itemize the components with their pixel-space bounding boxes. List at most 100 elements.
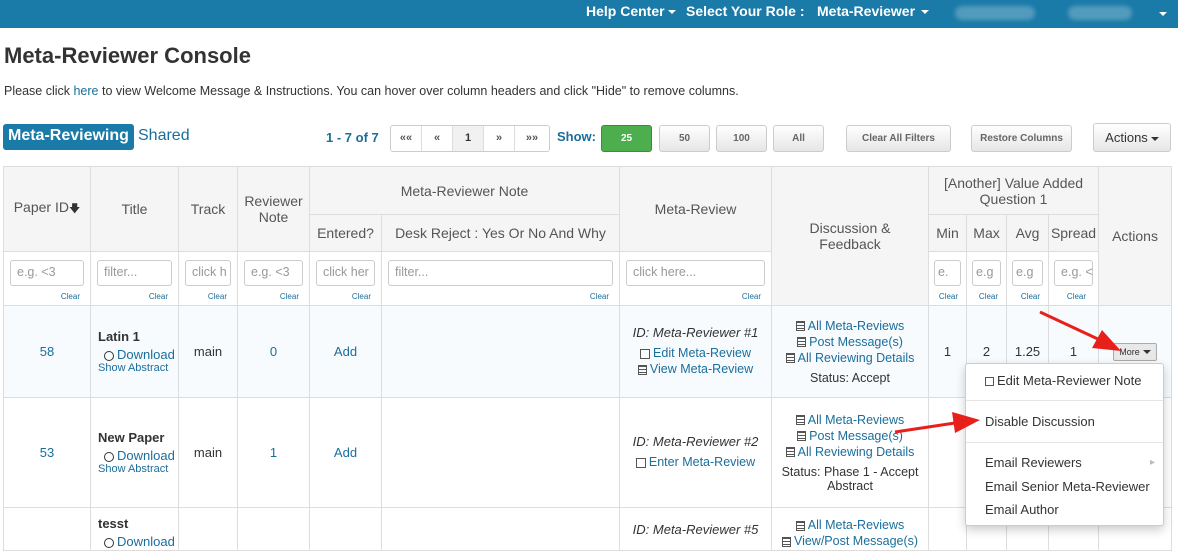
clear-filter-link[interactable]: Clear <box>590 292 609 301</box>
column-header-entered[interactable]: Entered? <box>309 214 382 252</box>
download-link[interactable]: Download <box>98 534 178 549</box>
page-size-50-button[interactable]: 50 <box>659 125 710 152</box>
post-messages-link[interactable]: View/Post Message(s) <box>772 534 928 548</box>
download-link[interactable]: Download <box>98 448 178 463</box>
page-size-all-button[interactable]: All <box>773 125 824 152</box>
all-meta-reviews-label: All Meta-Reviews <box>807 318 905 333</box>
clear-filter-link[interactable]: Clear <box>939 292 958 301</box>
all-reviewing-details-link[interactable]: All Reviewing Details <box>772 445 928 459</box>
first-page-button[interactable]: «« <box>391 126 422 151</box>
min-filter-input[interactable]: e. <box>934 260 962 286</box>
menu-item-email-author[interactable]: Email Author <box>985 502 1059 517</box>
add-note-link[interactable]: Add <box>334 445 357 460</box>
all-meta-reviews-link[interactable]: All Meta-Reviews <box>772 518 928 532</box>
tab-shared[interactable]: Shared <box>138 127 190 145</box>
show-abstract-label: Show Abstract <box>98 463 169 475</box>
actions-label: Actions <box>1105 130 1148 145</box>
instructions-here-link[interactable]: here <box>73 84 98 98</box>
clear-filter-link[interactable]: Clear <box>352 292 371 301</box>
meta-reviewer-id: ID: Meta-Reviewer #1 <box>632 325 759 340</box>
page-size-100-button[interactable]: 100 <box>716 125 767 152</box>
all-meta-reviews-link[interactable]: All Meta-Reviews <box>772 319 928 333</box>
chevron-down-icon[interactable] <box>1159 12 1167 16</box>
spread-filter-input[interactable]: e.g. < <box>1054 260 1094 286</box>
paper-title: New Paper <box>98 430 165 445</box>
enter-meta-review-link[interactable]: Enter Meta-Review <box>620 455 771 469</box>
page-size-25-button[interactable]: 25 <box>601 125 652 152</box>
column-header-max[interactable]: Max <box>966 214 1008 252</box>
clear-filter-link[interactable]: Clear <box>742 292 761 301</box>
view-meta-review-link[interactable]: View Meta-Review <box>620 362 771 376</box>
column-header-discussion[interactable]: Discussion & Feedback <box>771 166 930 306</box>
all-reviewing-details-link[interactable]: All Reviewing Details <box>772 351 928 365</box>
current-page-button[interactable]: 1 <box>453 126 484 151</box>
clear-filter-link[interactable]: Clear <box>280 292 299 301</box>
reviewer-note-count-link[interactable]: 1 <box>270 445 277 460</box>
clear-filter-link[interactable]: Clear <box>61 292 80 301</box>
post-messages-link[interactable]: Post Message(s) <box>772 335 928 349</box>
edit-icon <box>635 457 646 468</box>
menu-item-edit-note[interactable]: Edit Meta-Reviewer Note <box>985 373 1142 388</box>
meta-review-filter-input[interactable]: click here... <box>626 260 766 286</box>
download-label: Download <box>117 448 175 463</box>
download-link[interactable]: Download <box>98 347 178 362</box>
more-button[interactable]: More <box>1113 342 1157 361</box>
next-page-button[interactable]: » <box>484 126 515 151</box>
add-note-link[interactable]: Add <box>334 344 357 359</box>
paper-title: tesst <box>98 516 129 531</box>
prev-page-button[interactable]: « <box>422 126 453 151</box>
menu-item-disable-discussion[interactable]: Disable Discussion <box>985 414 1095 429</box>
download-icon <box>104 350 114 361</box>
max-filter-input[interactable]: e.g <box>972 260 1002 286</box>
post-messages-link[interactable]: Post Message(s) <box>772 429 928 443</box>
column-header-meta-reviewer-note[interactable]: Meta-Reviewer Note <box>308 166 621 215</box>
column-header-min[interactable]: Min <box>928 214 968 252</box>
show-abstract-link[interactable]: Show Abstract <box>98 362 178 374</box>
column-header-value-added[interactable]: [Another] Value Added Question 1 <box>928 166 1100 215</box>
title-filter-input[interactable]: filter... <box>97 260 172 286</box>
column-header-title[interactable]: Title <box>90 166 179 252</box>
column-header-spread[interactable]: Spread <box>1048 214 1100 252</box>
all-meta-reviews-link[interactable]: All Meta-Reviews <box>772 413 928 427</box>
show-abstract-link[interactable]: Show Abstract <box>98 463 178 475</box>
column-header-meta-review[interactable]: Meta-Review <box>619 166 773 252</box>
chevron-down-icon <box>667 10 676 15</box>
clear-filter-link[interactable]: Clear <box>149 292 168 301</box>
last-page-button[interactable]: »» <box>515 126 549 151</box>
restore-columns-button[interactable]: Restore Columns <box>971 125 1072 152</box>
edit-icon <box>640 348 651 359</box>
actions-button[interactable]: Actions <box>1093 123 1171 152</box>
clear-filter-link[interactable]: Clear <box>979 292 998 301</box>
column-header-actions[interactable]: Actions <box>1098 166 1173 306</box>
reviewer-note-filter-input[interactable]: e.g. <3 <box>244 260 303 286</box>
entered-filter-input[interactable]: click her <box>316 260 375 286</box>
clear-filter-link[interactable]: Clear <box>1021 292 1040 301</box>
menu-item-email-senior[interactable]: Email Senior Meta-Reviewer <box>985 479 1150 494</box>
list-icon <box>637 364 647 375</box>
help-center-menu[interactable]: Help Center <box>586 3 676 19</box>
role-selector[interactable]: Meta-Reviewer <box>817 3 930 19</box>
column-header-track[interactable]: Track <box>178 166 238 252</box>
clear-filter-link[interactable]: Clear <box>1067 292 1086 301</box>
column-header-desk-reject[interactable]: Desk Reject : Yes Or No And Why <box>380 214 621 252</box>
all-meta-reviews-label: All Meta-Reviews <box>807 412 905 427</box>
edit-meta-review-link[interactable]: Edit Meta-Review <box>620 346 771 360</box>
reviewer-note-count-link[interactable]: 0 <box>270 344 277 359</box>
pagination-range: 1 - 7 of 7 <box>326 130 379 145</box>
paper-id-filter-input[interactable]: e.g. <3 <box>10 260 84 286</box>
avg-filter-input[interactable]: e.g <box>1012 260 1044 286</box>
menu-item-email-reviewers[interactable]: Email Reviewers <box>985 455 1082 470</box>
sort-down-icon: 🡇 <box>68 203 81 215</box>
menu-divider <box>966 442 1163 443</box>
paper-id-link[interactable]: 58 <box>40 344 54 359</box>
column-header-paper-id[interactable]: Paper ID🡇 <box>3 166 91 252</box>
paper-id-link[interactable]: 53 <box>40 445 54 460</box>
clear-filter-link[interactable]: Clear <box>208 292 227 301</box>
tab-meta-reviewing[interactable]: Meta-Reviewing <box>3 124 134 150</box>
desk-reject-filter-input[interactable]: filter... <box>388 260 614 286</box>
column-header-avg[interactable]: Avg <box>1006 214 1050 252</box>
edit-icon <box>985 377 994 387</box>
clear-all-filters-button[interactable]: Clear All Filters <box>846 125 951 152</box>
column-header-reviewer-note[interactable]: Reviewer Note <box>237 166 310 252</box>
track-filter-input[interactable]: click h <box>185 260 231 286</box>
